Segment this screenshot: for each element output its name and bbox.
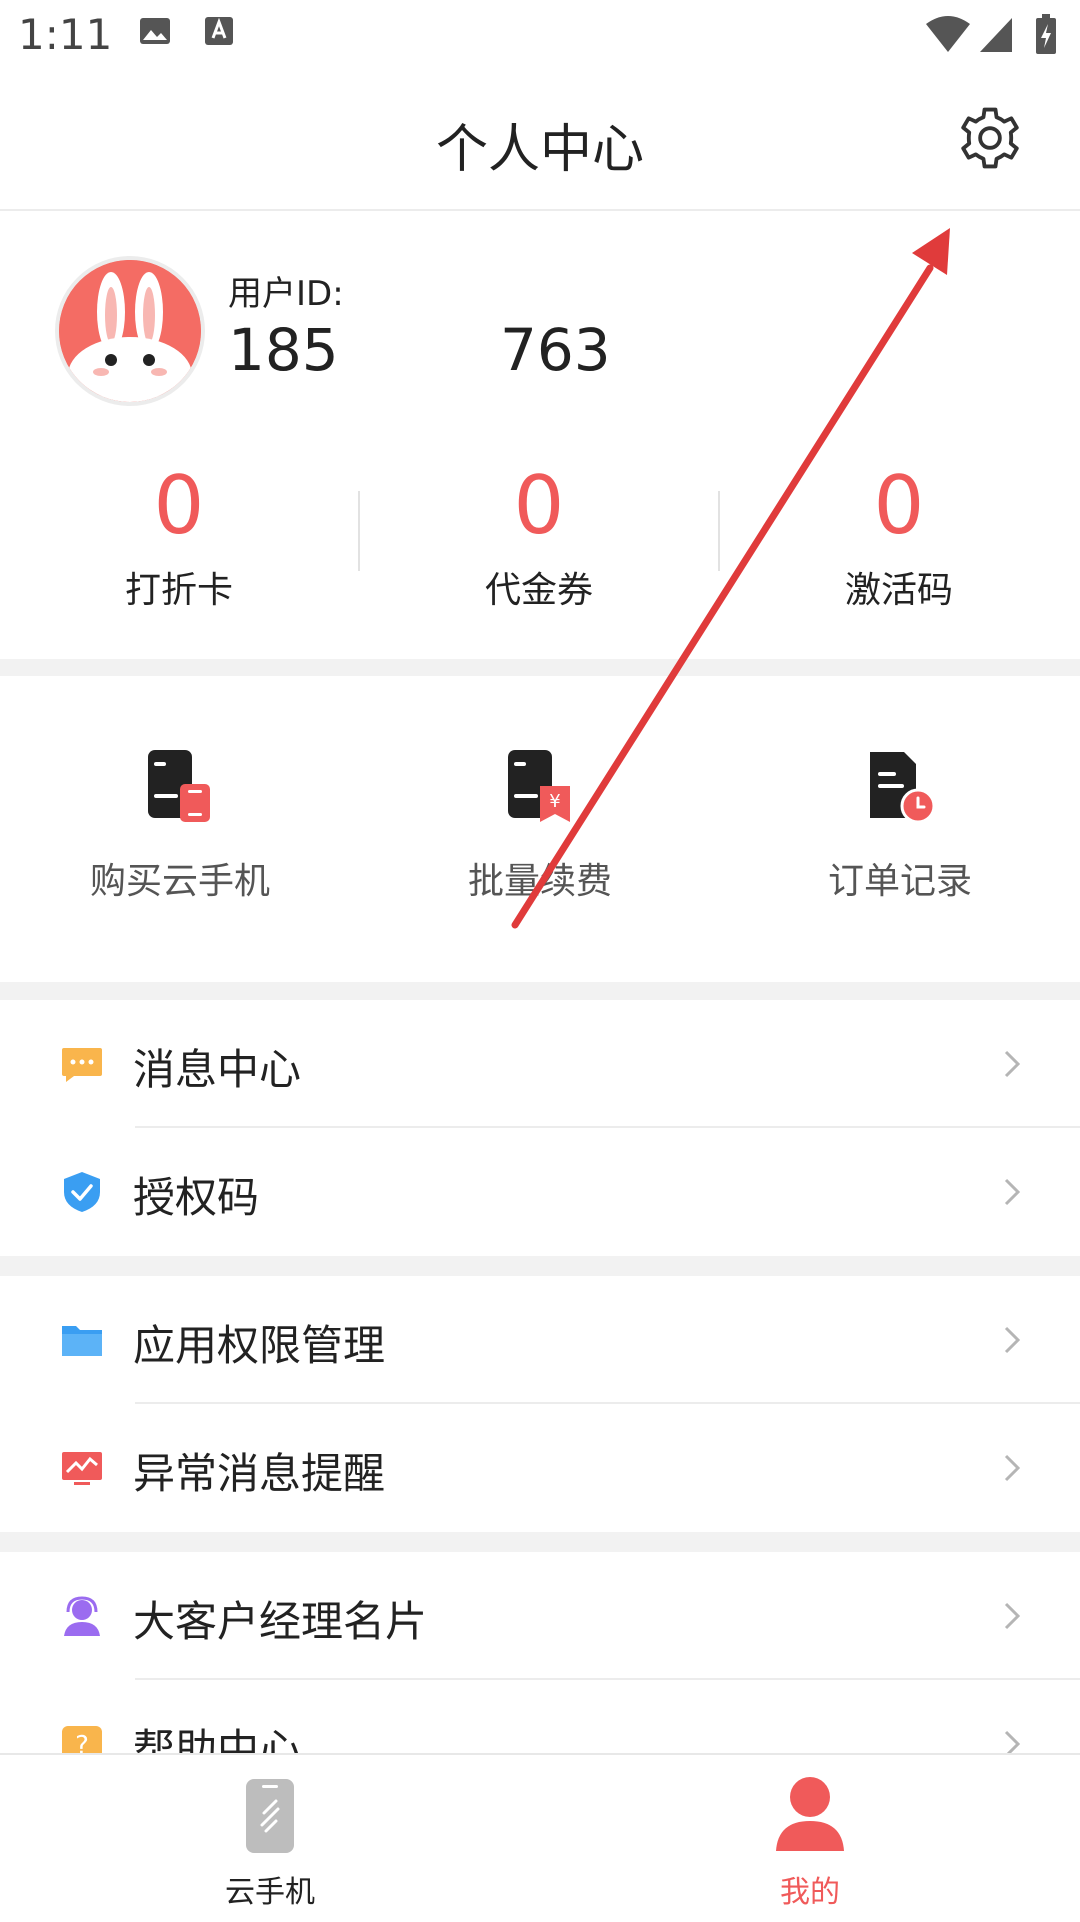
cloud-phone-tab-icon: [246, 1779, 294, 1853]
menu-item-account-manager-card[interactable]: 大客户经理名片: [0, 1552, 1080, 1680]
tab-cloud-phone[interactable]: 云手机: [0, 1755, 540, 1922]
svg-text:?: ?: [75, 1731, 89, 1753]
auth-code-label: 授权码: [133, 1173, 260, 1222]
tab-mine[interactable]: 我的: [540, 1755, 1080, 1922]
batch-renewal-label: 批量续费: [467, 861, 612, 902]
chevron-right-icon: [1004, 1730, 1021, 1753]
svg-text:¥: ¥: [549, 791, 560, 812]
discount-card-count: 0: [153, 459, 205, 552]
user-id-value-part1: 185: [228, 316, 339, 384]
message-center-label: 消息中心: [133, 1045, 302, 1094]
voucher-label: 代金券: [484, 570, 593, 611]
activation-code-count: 0: [873, 459, 925, 552]
user-id-value-part2: 763: [500, 316, 611, 384]
abnormal-alert-label: 异常消息提醒: [133, 1449, 386, 1498]
voucher-stat[interactable]: 0 代金券: [360, 461, 718, 613]
buy-phone-icon: [148, 750, 210, 822]
buy-cloud-phone-button[interactable]: 购买云手机: [0, 748, 360, 904]
menu-group-2: 应用权限管理 异常消息提醒: [0, 1276, 1080, 1532]
tab-mine-label: 我的: [780, 1875, 840, 1910]
tab-cloud-phone-label: 云手机: [225, 1875, 315, 1910]
user-id-label: 用户ID:: [228, 274, 344, 314]
battery-icon: [1034, 14, 1058, 60]
renewal-icon: ¥: [508, 750, 570, 822]
menu-item-abnormal-alert[interactable]: 异常消息提醒: [0, 1404, 1080, 1532]
discount-card-stat[interactable]: 0 打折卡: [0, 461, 358, 613]
user-profile-tab-icon: [776, 1777, 844, 1851]
menu-item-help-center[interactable]: ? 帮助中心: [0, 1680, 1080, 1753]
discount-card-label: 打折卡: [124, 570, 233, 611]
chevron-right-icon: [1004, 1602, 1021, 1630]
batch-renewal-button[interactable]: ¥ 批量续费: [360, 748, 720, 904]
activation-code-stat[interactable]: 0 激活码: [720, 461, 1078, 613]
gallery-notification-icon: [138, 14, 172, 52]
order-records-label: 订单记录: [827, 861, 972, 902]
rabbit-avatar-icon: [59, 260, 201, 402]
wifi-icon: [925, 14, 971, 58]
signal-icon: [978, 14, 1014, 58]
folder-icon: [62, 1326, 102, 1356]
menu-item-message-center[interactable]: 消息中心: [0, 1000, 1080, 1128]
avatar[interactable]: [55, 256, 205, 406]
menu-item-auth-code[interactable]: 授权码: [0, 1128, 1080, 1256]
settings-gear-icon[interactable]: [955, 103, 1025, 173]
chevron-right-icon: [1004, 1454, 1021, 1482]
app-header: 个人中心: [0, 75, 1080, 211]
help-center-label: 帮助中心: [133, 1725, 302, 1753]
help-question-icon: ?: [62, 1726, 102, 1753]
voucher-count: 0: [513, 459, 565, 552]
activation-code-label: 激活码: [844, 570, 953, 611]
menu-item-app-permissions[interactable]: 应用权限管理: [0, 1276, 1080, 1404]
customer-service-icon: [64, 1596, 100, 1636]
monitor-chart-icon: [62, 1452, 102, 1485]
menu-group-3: 大客户经理名片 ? 帮助中心: [0, 1552, 1080, 1753]
profile-card: 用户ID: 185 763 0 打折卡 0 代金券 0 激活码: [0, 211, 1080, 659]
app-permissions-label: 应用权限管理: [133, 1321, 386, 1370]
status-bar: 1:11: [0, 0, 1080, 75]
buy-cloud-phone-label: 购买云手机: [89, 861, 270, 902]
keyboard-notification-icon: [204, 14, 234, 52]
shield-check-icon: [64, 1172, 100, 1212]
chevron-right-icon: [1004, 1050, 1021, 1078]
chevron-right-icon: [1004, 1326, 1021, 1354]
page-title: 个人中心: [435, 120, 644, 180]
message-bubble-icon: [62, 1048, 102, 1082]
chevron-right-icon: [1004, 1178, 1021, 1206]
order-records-button[interactable]: 订单记录: [720, 748, 1080, 904]
status-time: 1:11: [18, 10, 113, 59]
account-manager-card-label: 大客户经理名片: [133, 1597, 428, 1646]
quick-actions: 购买云手机 ¥ 批量续费 订单记录: [0, 676, 1080, 982]
menu-group-1: 消息中心 授权码: [0, 1000, 1080, 1256]
bottom-tab-bar: 云手机 我的: [0, 1753, 1080, 1922]
order-record-icon: [870, 752, 936, 824]
